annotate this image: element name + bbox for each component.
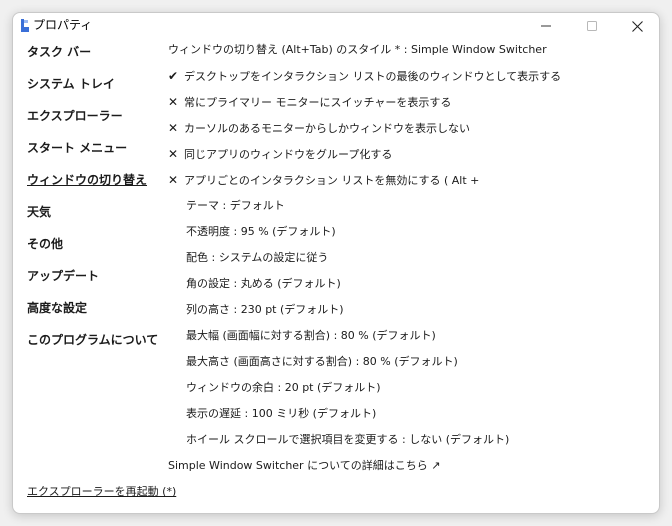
properties-window: プロパティ タスク バー システム トレイ エクスプローラー スタート メニュー… (12, 12, 660, 514)
more-info-link[interactable]: Simple Window Switcher についての詳細はこちら ↗ (168, 456, 440, 476)
sidebar-item-other[interactable]: その他 (27, 235, 63, 253)
switcher-style-setting[interactable]: ウィンドウの切り替え (Alt+Tab) のスタイル * : Simple Wi… (168, 40, 547, 60)
option-desktop-last[interactable]: ✔ デスクトップをインタラクション リストの最後のウィンドウとして表示する (168, 66, 561, 86)
maximize-icon (587, 21, 597, 31)
option-cursor-monitor[interactable]: ✕ カーソルのあるモニターからしかウィンドウを表示しない (168, 118, 470, 138)
sidebar-item-taskbar[interactable]: タスク バー (27, 43, 91, 61)
close-icon (631, 20, 643, 32)
sidebar-item-start-menu[interactable]: スタート メニュー (27, 139, 127, 157)
sidebar-item-advanced[interactable]: 高度な設定 (27, 299, 87, 317)
setting-opacity[interactable]: 不透明度 : 95 % (デフォルト) (186, 222, 336, 242)
setting-row-height[interactable]: 列の高さ : 230 pt (デフォルト) (186, 300, 344, 320)
option-group-windows[interactable]: ✕ 同じアプリのウィンドウをグループ化する (168, 144, 392, 164)
setting-corners[interactable]: 角の設定 : 丸める (デフォルト) (186, 274, 341, 294)
sidebar-item-about[interactable]: このプログラムについて (27, 331, 158, 349)
sidebar-item-window-switcher[interactable]: ウィンドウの切り替え (27, 171, 147, 189)
cross-icon: ✕ (168, 121, 179, 135)
option-label: カーソルのあるモニターからしかウィンドウを表示しない (184, 122, 470, 135)
cross-icon: ✕ (168, 147, 179, 161)
setting-window-padding[interactable]: ウィンドウの余白 : 20 pt (デフォルト) (186, 378, 381, 398)
setting-theme[interactable]: テーマ : デフォルト (186, 196, 285, 216)
option-label: デスクトップをインタラクション リストの最後のウィンドウとして表示する (184, 70, 562, 83)
title-bar: プロパティ (13, 13, 659, 39)
cross-icon: ✕ (168, 173, 179, 187)
minimize-button[interactable] (523, 13, 569, 39)
setting-display-delay[interactable]: 表示の遅延 : 100 ミリ秒 (デフォルト) (186, 404, 376, 424)
option-label: 同じアプリのウィンドウをグループ化する (184, 148, 393, 161)
setting-max-height[interactable]: 最大高さ (画面高さに対する割合) : 80 % (デフォルト) (186, 352, 458, 372)
restart-explorer-link[interactable]: エクスプローラーを再起動 (*) (27, 483, 176, 499)
sidebar-item-weather[interactable]: 天気 (27, 203, 51, 221)
close-button[interactable] (614, 13, 659, 39)
setting-max-width[interactable]: 最大幅 (画面幅に対する割合) : 80 % (デフォルト) (186, 326, 436, 346)
window-title: プロパティ (33, 18, 93, 32)
sidebar-item-system-tray[interactable]: システム トレイ (27, 75, 115, 93)
minimize-icon (541, 25, 551, 27)
option-per-app-list[interactable]: ✕ アプリごとのインタラクション リストを無効にする ( Alt + (168, 170, 479, 190)
option-label: アプリごとのインタラクション リストを無効にする ( Alt + (184, 174, 480, 187)
sidebar-item-explorer[interactable]: エクスプローラー (27, 107, 123, 125)
setting-color-scheme[interactable]: 配色 : システムの設定に従う (186, 248, 328, 268)
setting-wheel-scroll[interactable]: ホイール スクロールで選択項目を変更する : しない (デフォルト) (186, 430, 509, 450)
cross-icon: ✕ (168, 95, 179, 109)
sidebar-item-update[interactable]: アップデート (27, 267, 99, 285)
app-icon (21, 19, 29, 32)
option-label: 常にプライマリー モニターにスイッチャーを表示する (184, 96, 452, 109)
maximize-button[interactable] (569, 13, 615, 39)
checkmark-icon: ✔ (168, 69, 179, 83)
option-primary-monitor[interactable]: ✕ 常にプライマリー モニターにスイッチャーを表示する (168, 92, 451, 112)
